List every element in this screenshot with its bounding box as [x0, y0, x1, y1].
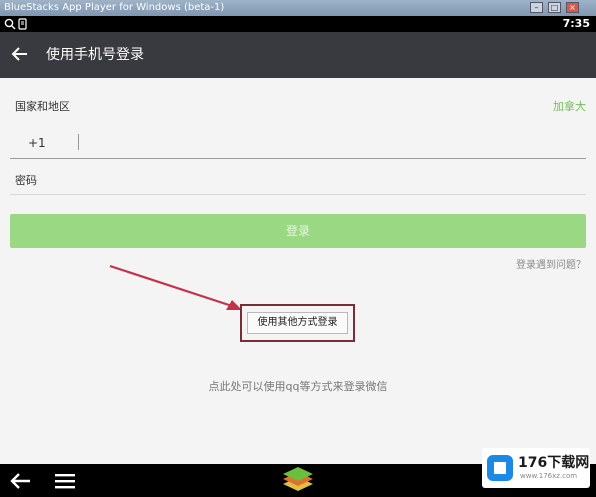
watermark: 176下载网 www.176xz.com — [482, 448, 590, 488]
menu-icon[interactable] — [54, 472, 76, 490]
window-title: BlueStacks App Player for Windows (beta-… — [4, 2, 225, 13]
window-titlebar: BlueStacks App Player for Windows (beta-… — [0, 0, 596, 16]
country-code[interactable]: +1 — [28, 136, 46, 150]
status-time: 7:35 — [562, 17, 590, 30]
login-trouble-link[interactable]: 登录遇到问题？ — [516, 256, 586, 271]
text-cursor — [78, 134, 79, 150]
other-login-method-label: 使用其他方式登录 — [257, 317, 338, 328]
page-title: 使用手机号登录 — [46, 47, 144, 63]
country-value[interactable]: 加拿大 — [553, 98, 586, 114]
minimize-button[interactable]: – — [530, 2, 543, 13]
notification-icon — [18, 18, 27, 30]
close-button[interactable]: × — [566, 2, 579, 13]
phone-row: +1 — [10, 128, 586, 158]
watermark-url: www.176xz.com — [520, 472, 578, 480]
bluestacks-logo-icon[interactable] — [280, 465, 316, 496]
search-icon — [4, 18, 16, 30]
back-arrow-icon[interactable] — [10, 44, 30, 64]
phone-underline — [10, 158, 586, 159]
password-row: 密码 — [10, 166, 586, 194]
hint-text: 点此处可以使用qq等方式来登录微信 — [208, 380, 388, 393]
password-underline — [10, 194, 586, 195]
status-bar: 7:35 — [0, 16, 596, 32]
login-button[interactable]: 登录 — [10, 214, 586, 248]
annotation-arrow — [109, 264, 242, 310]
watermark-logo-icon — [487, 455, 513, 481]
app-window: BlueStacks App Player for Windows (beta-… — [0, 0, 596, 497]
other-login-method-button[interactable]: 使用其他方式登录 — [247, 312, 348, 334]
country-label: 国家和地区 — [15, 100, 70, 113]
password-label: 密码 — [15, 174, 37, 187]
app-toolbar: 使用手机号登录 — [0, 32, 596, 78]
maximize-button[interactable]: □ — [548, 2, 561, 13]
phone-input[interactable] — [82, 132, 542, 152]
login-button-label: 登录 — [285, 224, 310, 238]
watermark-text: 176下载网 — [518, 455, 590, 471]
password-input[interactable] — [82, 169, 542, 189]
country-row[interactable]: 国家和地区 加拿大 — [10, 86, 586, 122]
back-nav-icon[interactable] — [8, 471, 32, 491]
